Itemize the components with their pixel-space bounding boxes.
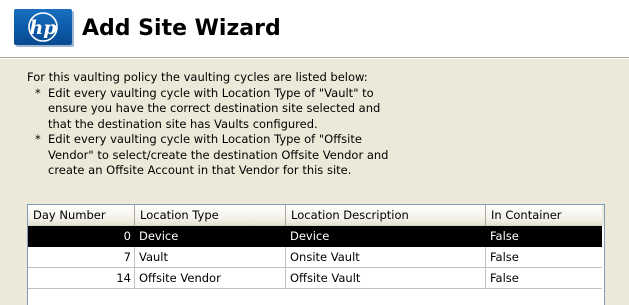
- bullet-marker: *: [35, 132, 41, 146]
- hp-logo-text: hp: [29, 17, 57, 39]
- table-row[interactable]: 0 Device Device False: [28, 226, 604, 247]
- column-header-in-container[interactable]: In Container: [486, 205, 602, 226]
- cell-location-description: Onsite Vault: [286, 247, 486, 268]
- cell-location-type: Device: [135, 226, 286, 247]
- list-header: Day Number Location Type Location Descri…: [28, 205, 604, 226]
- cell-location-description: Offsite Vault: [286, 268, 486, 289]
- table-row[interactable]: 7 Vault Onsite Vault False: [28, 247, 604, 268]
- cell-in-container: False: [486, 247, 602, 268]
- cell-day-number: 7: [28, 247, 135, 268]
- cell-in-container: False: [486, 268, 602, 289]
- column-header-location-description[interactable]: Location Description: [286, 205, 486, 226]
- instructions-text: For this vaulting policy the vaulting cy…: [27, 70, 587, 179]
- cell-in-container: False: [486, 226, 602, 247]
- instruction-offsite-vendor: Edit every vaulting cycle with Location …: [48, 132, 389, 177]
- bullet-marker: *: [35, 85, 41, 100]
- instructions-intro: For this vaulting policy the vaulting cy…: [27, 70, 368, 84]
- cell-day-number: 0: [28, 226, 135, 247]
- instruction-bullet: * Edit every vaulting cycle with Locatio…: [27, 132, 587, 179]
- column-header-location-type[interactable]: Location Type: [135, 205, 286, 226]
- cell-day-number: 14: [28, 268, 135, 289]
- table-row[interactable]: 14 Offsite Vendor Offsite Vault False: [28, 268, 604, 289]
- cell-location-type: Vault: [135, 247, 286, 268]
- column-header-day-number[interactable]: Day Number: [28, 205, 135, 226]
- page-title: Add Site Wizard: [82, 16, 281, 41]
- wizard-header: hp Add Site Wizard: [0, 0, 629, 57]
- vaulting-cycles-list[interactable]: Day Number Location Type Location Descri…: [27, 204, 605, 305]
- instruction-bullet: * Edit every vaulting cycle with Locatio…: [27, 86, 587, 133]
- hp-logo-icon: hp: [14, 9, 72, 45]
- cell-location-type: Offsite Vendor: [135, 268, 286, 289]
- cell-location-description: Device: [286, 226, 486, 247]
- header-divider: [0, 57, 629, 59]
- instruction-vault: Edit every vaulting cycle with Location …: [48, 85, 381, 131]
